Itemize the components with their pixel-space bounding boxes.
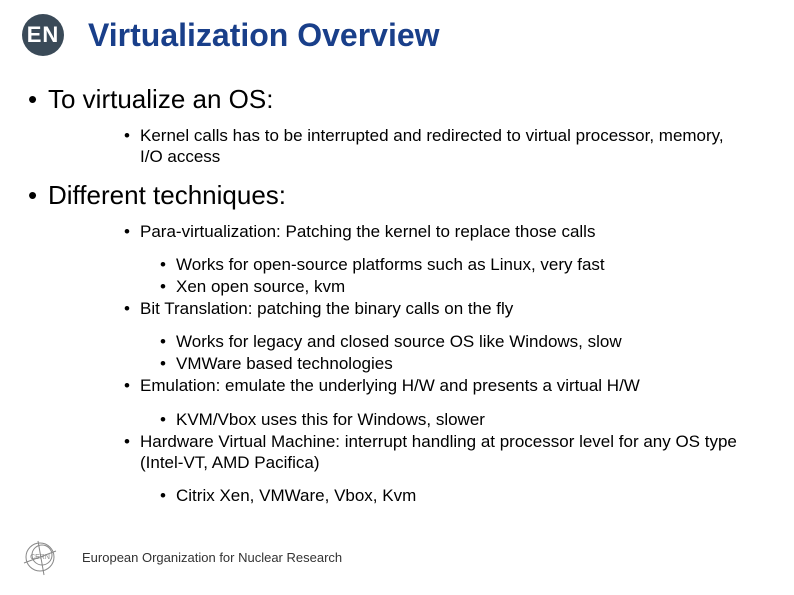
bullet-level3: • Xen open source, kvm bbox=[160, 276, 746, 298]
bullet-icon: • bbox=[28, 84, 48, 115]
bullet-level2: • Kernel calls has to be interrupted and… bbox=[124, 125, 746, 168]
bullet-level3: • VMWare based technologies bbox=[160, 353, 746, 375]
slide-header: EN Virtualization Overview bbox=[0, 0, 794, 56]
bullet-text: Xen open source, kvm bbox=[176, 276, 345, 298]
bullet-icon: • bbox=[160, 353, 176, 375]
cern-logo-icon: CERN bbox=[20, 537, 60, 577]
bullet-level2: • Bit Translation: patching the binary c… bbox=[124, 298, 746, 319]
bullet-icon: • bbox=[160, 409, 176, 431]
bullet-icon: • bbox=[160, 254, 176, 276]
bullet-icon: • bbox=[160, 276, 176, 298]
bullet-text: Kernel calls has to be interrupted and r… bbox=[140, 125, 746, 168]
bullet-text: Emulation: emulate the underlying H/W an… bbox=[140, 375, 640, 396]
bullet-level2: • Hardware Virtual Machine: interrupt ha… bbox=[124, 431, 746, 474]
bullet-text: Hardware Virtual Machine: interrupt hand… bbox=[140, 431, 746, 474]
bullet-text: Citrix Xen, VMWare, Vbox, Kvm bbox=[176, 485, 416, 507]
bullet-icon: • bbox=[160, 485, 176, 507]
bullet-text: Different techniques: bbox=[48, 180, 286, 211]
bullet-level3: • KVM/Vbox uses this for Windows, slower bbox=[160, 409, 746, 431]
bullet-icon: • bbox=[124, 375, 140, 396]
bullet-icon: • bbox=[124, 431, 140, 474]
slide-content: • To virtualize an OS: • Kernel calls ha… bbox=[0, 56, 794, 507]
bullet-level2: • Para-virtualization: Patching the kern… bbox=[124, 221, 746, 242]
footer-text: European Organization for Nuclear Resear… bbox=[82, 550, 342, 565]
svg-text:CERN: CERN bbox=[30, 554, 50, 561]
bullet-text: Works for open-source platforms such as … bbox=[176, 254, 605, 276]
bullet-text: KVM/Vbox uses this for Windows, slower bbox=[176, 409, 485, 431]
bullet-icon: • bbox=[124, 125, 140, 168]
bullet-text: Bit Translation: patching the binary cal… bbox=[140, 298, 513, 319]
bullet-level1: • To virtualize an OS: bbox=[28, 84, 766, 115]
bullet-level2: • Emulation: emulate the underlying H/W … bbox=[124, 375, 746, 396]
bullet-icon: • bbox=[28, 180, 48, 211]
bullet-text: VMWare based technologies bbox=[176, 353, 393, 375]
bullet-icon: • bbox=[124, 298, 140, 319]
bullet-text: Works for legacy and closed source OS li… bbox=[176, 331, 622, 353]
bullet-level1: • Different techniques: bbox=[28, 180, 766, 211]
bullet-icon: • bbox=[124, 221, 140, 242]
en-logo-icon: EN bbox=[22, 14, 64, 56]
bullet-level3: • Works for open-source platforms such a… bbox=[160, 254, 746, 276]
slide-footer: CERN European Organization for Nuclear R… bbox=[20, 537, 342, 577]
bullet-level3: • Works for legacy and closed source OS … bbox=[160, 331, 746, 353]
bullet-text: To virtualize an OS: bbox=[48, 84, 273, 115]
bullet-icon: • bbox=[160, 331, 176, 353]
bullet-level3: • Citrix Xen, VMWare, Vbox, Kvm bbox=[160, 485, 746, 507]
slide-title: Virtualization Overview bbox=[88, 17, 440, 54]
bullet-text: Para-virtualization: Patching the kernel… bbox=[140, 221, 595, 242]
